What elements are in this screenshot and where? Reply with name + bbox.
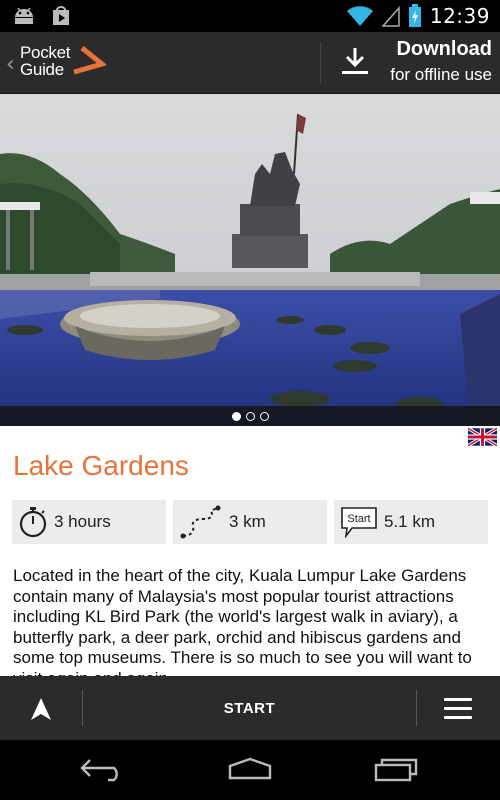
download-title: Download xyxy=(396,38,492,60)
duration-value: 3 hours xyxy=(54,512,111,531)
status-bar: 12:39 xyxy=(0,0,500,32)
navigation-arrow-icon[interactable] xyxy=(28,696,54,722)
logo-arrow-icon xyxy=(73,46,107,75)
back-chevron-icon[interactable]: ‹ xyxy=(6,52,15,77)
pager-dot[interactable] xyxy=(245,411,255,421)
logo-line2: Guide xyxy=(20,60,64,79)
tour-stats: 3 hours 3 km Start 5.1 km xyxy=(12,500,488,544)
status-time: 12:39 xyxy=(429,4,490,28)
tour-title: Lake Gardens xyxy=(13,450,189,481)
play-store-icon xyxy=(53,6,69,25)
route-icon xyxy=(180,505,221,539)
duration-stat: 3 hours xyxy=(12,500,166,544)
app-header: ‹ Pocket Guide Download for offline use xyxy=(0,32,500,94)
uk-flag-icon[interactable] xyxy=(468,428,497,446)
tour-description: Located in the heart of the city, Kuala … xyxy=(13,566,472,688)
system-navigation-bar xyxy=(0,740,500,800)
start-distance-stat: Start 5.1 km xyxy=(334,500,488,544)
battery-charging-icon xyxy=(408,4,421,27)
pager-dot[interactable] xyxy=(231,411,241,421)
back-icon[interactable] xyxy=(78,756,128,782)
download-offline-button[interactable]: Download for offline use xyxy=(321,32,500,94)
hamburger-menu-icon[interactable] xyxy=(444,698,472,720)
stopwatch-icon xyxy=(19,507,47,538)
signal-icon xyxy=(381,6,400,27)
action-divider xyxy=(416,690,417,726)
start-badge-text: Start xyxy=(347,513,370,525)
logo-line1: Pocket xyxy=(20,43,71,62)
wifi-icon xyxy=(346,6,373,26)
distance-stat: 3 km xyxy=(173,500,327,544)
android-icon xyxy=(15,7,33,24)
download-icon xyxy=(342,48,368,74)
pager-dot[interactable] xyxy=(259,411,269,421)
start-bubble-icon: Start xyxy=(341,507,377,538)
app-screen: 12:39 ‹ Pocket Guide Download for offlin… xyxy=(0,0,500,800)
download-subtitle: for offline use xyxy=(390,65,492,84)
start-distance-value: 5.1 km xyxy=(384,512,436,531)
lake-gardens-photo xyxy=(0,94,500,426)
bottom-action-bar: START xyxy=(0,676,500,740)
gallery-pager xyxy=(0,406,500,426)
distance-value: 3 km xyxy=(229,512,266,531)
home-icon[interactable] xyxy=(226,756,274,782)
hero-photo[interactable] xyxy=(0,94,500,426)
pocket-guide-logo[interactable]: Pocket Guide xyxy=(20,43,107,79)
start-tour-button[interactable]: START xyxy=(83,676,416,740)
recent-apps-icon[interactable] xyxy=(372,756,420,782)
